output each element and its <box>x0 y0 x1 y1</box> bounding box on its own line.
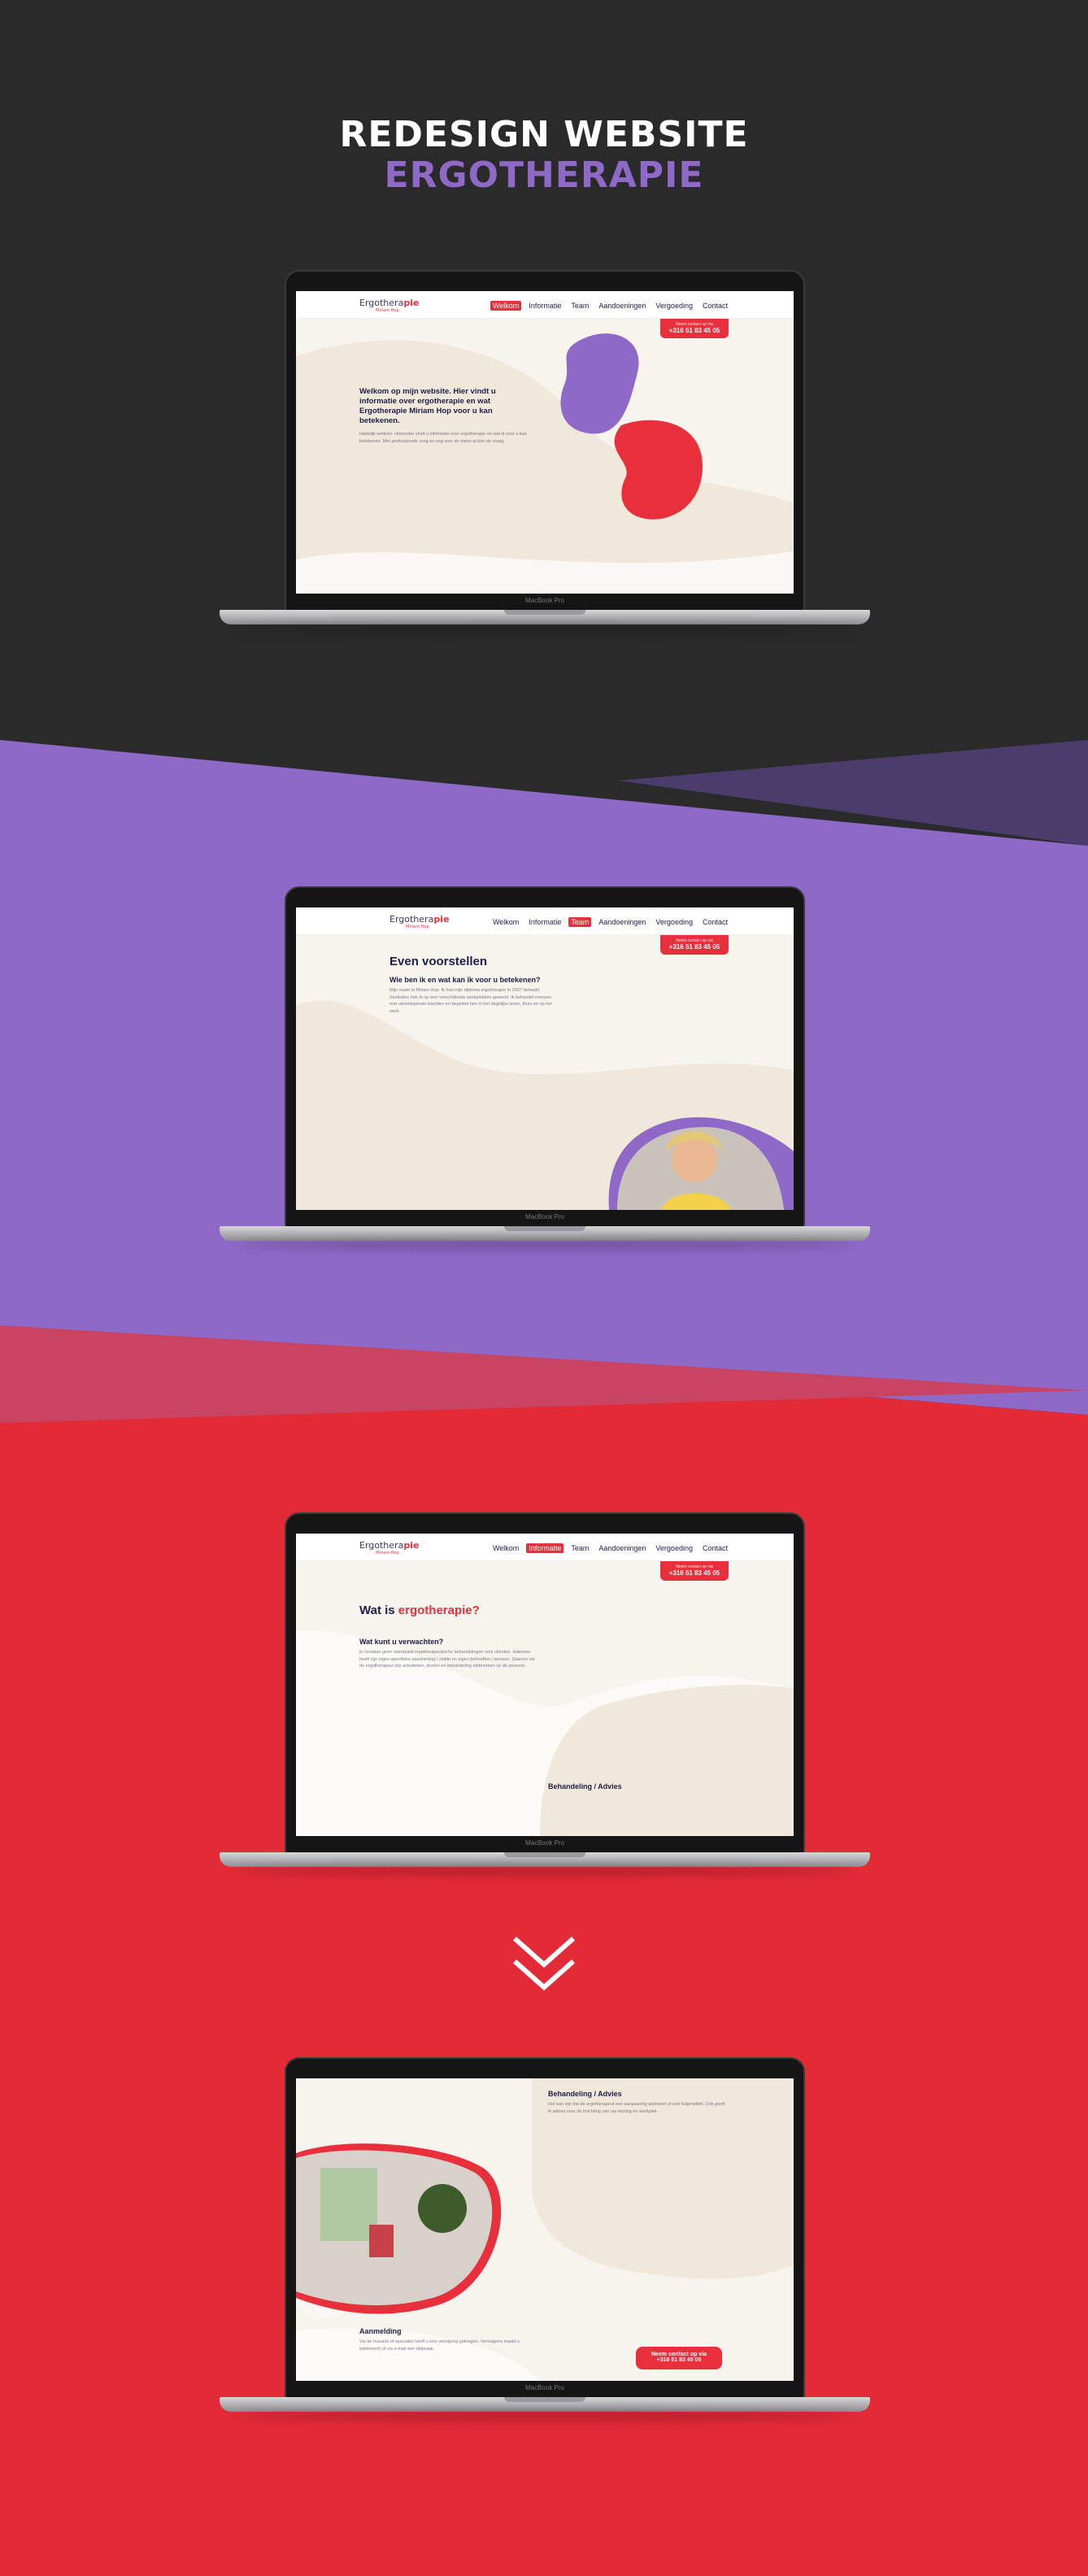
site-menu: Welkom Informatie Team Aandoeningen Verg… <box>490 1543 730 1553</box>
menu-contact[interactable]: Contact <box>700 917 730 927</box>
section-title: Wat kunt u verwachten? <box>359 1638 444 1646</box>
menu-team[interactable]: Team <box>568 301 591 311</box>
laptop-base <box>220 1226 870 1241</box>
contact-button[interactable]: Neem contact op via +316 51 83 45 05 <box>660 319 729 338</box>
side-title: Behandeling / Advies <box>548 1782 622 1791</box>
page-title: Wat is ergotherapie? <box>359 1603 480 1617</box>
screen-informatie: Ergotherapie Miriam Hop Welkom Informatie… <box>296 1534 794 1836</box>
screen-welkom: Ergotherapie Miriam Hop Welkom Informatie… <box>296 291 794 594</box>
menu-team[interactable]: Team <box>568 1543 591 1553</box>
menu-aandoeningen[interactable]: Aandoeningen <box>596 301 648 311</box>
screen-bg-shapes <box>296 2078 794 2381</box>
site-logo[interactable]: Ergotherapie Miriam Hop <box>390 914 449 929</box>
section-body: Mijn naam is Miriam Hop. Ik heb mijn dip… <box>390 988 552 1014</box>
section-title: Aanmelding <box>359 2327 402 2335</box>
photo-window <box>320 2168 377 2241</box>
laptop-informatie: Ergotherapie Miriam Hop Welkom Informatie… <box>220 1512 870 1875</box>
purple-blob <box>560 333 639 434</box>
side-title: Behandeling / Advies <box>548 2090 622 2098</box>
laptop-base <box>220 1852 870 1867</box>
photo-chair <box>369 2225 394 2257</box>
title-line-1: REDESIGN WEBSITE <box>339 114 749 155</box>
site-nav: Ergotherapie Miriam Hop Welkom Informatie… <box>296 1534 794 1561</box>
site-nav: Ergotherapie Miriam Hop Welkom Informatie… <box>296 907 794 935</box>
menu-vergoeding[interactable]: Vergoeding <box>653 1543 695 1553</box>
menu-informatie[interactable]: Informatie <box>526 917 564 927</box>
laptop-informatie-scrolled: Behandeling / Advies Het kan zijn dat de… <box>220 2057 870 2420</box>
double-chevron-down-icon <box>513 1936 575 1991</box>
menu-team[interactable]: Team <box>568 917 592 927</box>
menu-vergoeding[interactable]: Vergoeding <box>653 917 695 927</box>
title-line-2: ERGOTHERAPIE <box>384 154 704 196</box>
laptop-lid: Ergotherapie Miriam Hop Welkom Informatie… <box>285 1512 805 1854</box>
menu-welkom[interactable]: Welkom <box>490 1543 521 1553</box>
contact-button[interactable]: Neem contact op via +316 51 83 45 05 <box>660 1561 729 1581</box>
site-menu: Welkom Informatie Team Aandoeningen Verg… <box>490 917 730 927</box>
welcome-title: Welkom op mijn website. Hier vindt u inf… <box>359 387 496 425</box>
laptop-brand: MacBook Pro <box>524 2384 565 2391</box>
menu-aandoeningen[interactable]: Aandoeningen <box>596 917 648 927</box>
side-body: Het kan zijn dat de ergotherapeut een aa… <box>548 2102 725 2114</box>
laptop-brand: MacBook Pro <box>524 1839 565 1847</box>
laptop-brand: MacBook Pro <box>524 1213 565 1221</box>
site-logo[interactable]: Ergotherapie Miriam Hop <box>359 1540 419 1556</box>
welcome-body: Hartelijk welkom. Hieronder vindt u info… <box>359 432 527 444</box>
laptop-brand: MacBook Pro <box>524 597 565 604</box>
laptop-welkom: Ergotherapie Miriam Hop Welkom Informatie… <box>220 270 870 633</box>
laptop-lid: Ergotherapie Miriam Hop Welkom Informatie… <box>285 886 805 1228</box>
site-menu: Welkom Informatie Team Aandoeningen Verg… <box>490 301 730 311</box>
portrait-face <box>672 1137 717 1182</box>
contact-button[interactable]: Neem contact op via +316 51 83 45 05 <box>660 935 729 955</box>
section-title: Wie ben ik en wat kan ik voor u betekene… <box>390 976 541 984</box>
section-body: Via de huisarts of specialist heeft u ee… <box>359 2339 520 2352</box>
site-nav: Ergotherapie Miriam Hop Welkom Informatie… <box>296 291 794 319</box>
site-logo[interactable]: Ergotherapie Miriam Hop <box>359 298 419 313</box>
laptop-lid: Behandeling / Advies Het kan zijn dat de… <box>285 2057 805 2399</box>
contact-button[interactable]: Neem contact op via +316 51 83 45 05 <box>636 2347 722 2369</box>
photo-plant <box>418 2184 467 2233</box>
menu-contact[interactable]: Contact <box>700 301 730 311</box>
menu-informatie[interactable]: Informatie <box>526 301 564 311</box>
laptop-team: Ergotherapie Miriam Hop Welkom Informatie… <box>220 886 870 1249</box>
screen-team: Ergotherapie Miriam Hop Welkom Informatie… <box>296 907 794 1210</box>
menu-vergoeding[interactable]: Vergoeding <box>653 301 695 311</box>
laptop-base <box>220 2397 870 2412</box>
page-title: Even voorstellen <box>390 955 488 968</box>
menu-aandoeningen[interactable]: Aandoeningen <box>596 1543 648 1553</box>
laptop-lid: Ergotherapie Miriam Hop Welkom Informatie… <box>285 270 805 611</box>
menu-welkom[interactable]: Welkom <box>490 917 521 927</box>
menu-informatie[interactable]: Informatie <box>526 1543 564 1553</box>
laptop-base <box>220 610 870 624</box>
screen-informatie-scrolled: Behandeling / Advies Het kan zijn dat de… <box>296 2078 794 2381</box>
menu-contact[interactable]: Contact <box>700 1543 730 1553</box>
section-body: Er bestaan geen standaard ergotherapeuti… <box>359 1650 535 1669</box>
presentation-page: REDESIGN WEBSITE ERGOTHERAPIE Ergotherap… <box>0 0 1088 2576</box>
menu-welkom[interactable]: Welkom <box>490 301 522 311</box>
